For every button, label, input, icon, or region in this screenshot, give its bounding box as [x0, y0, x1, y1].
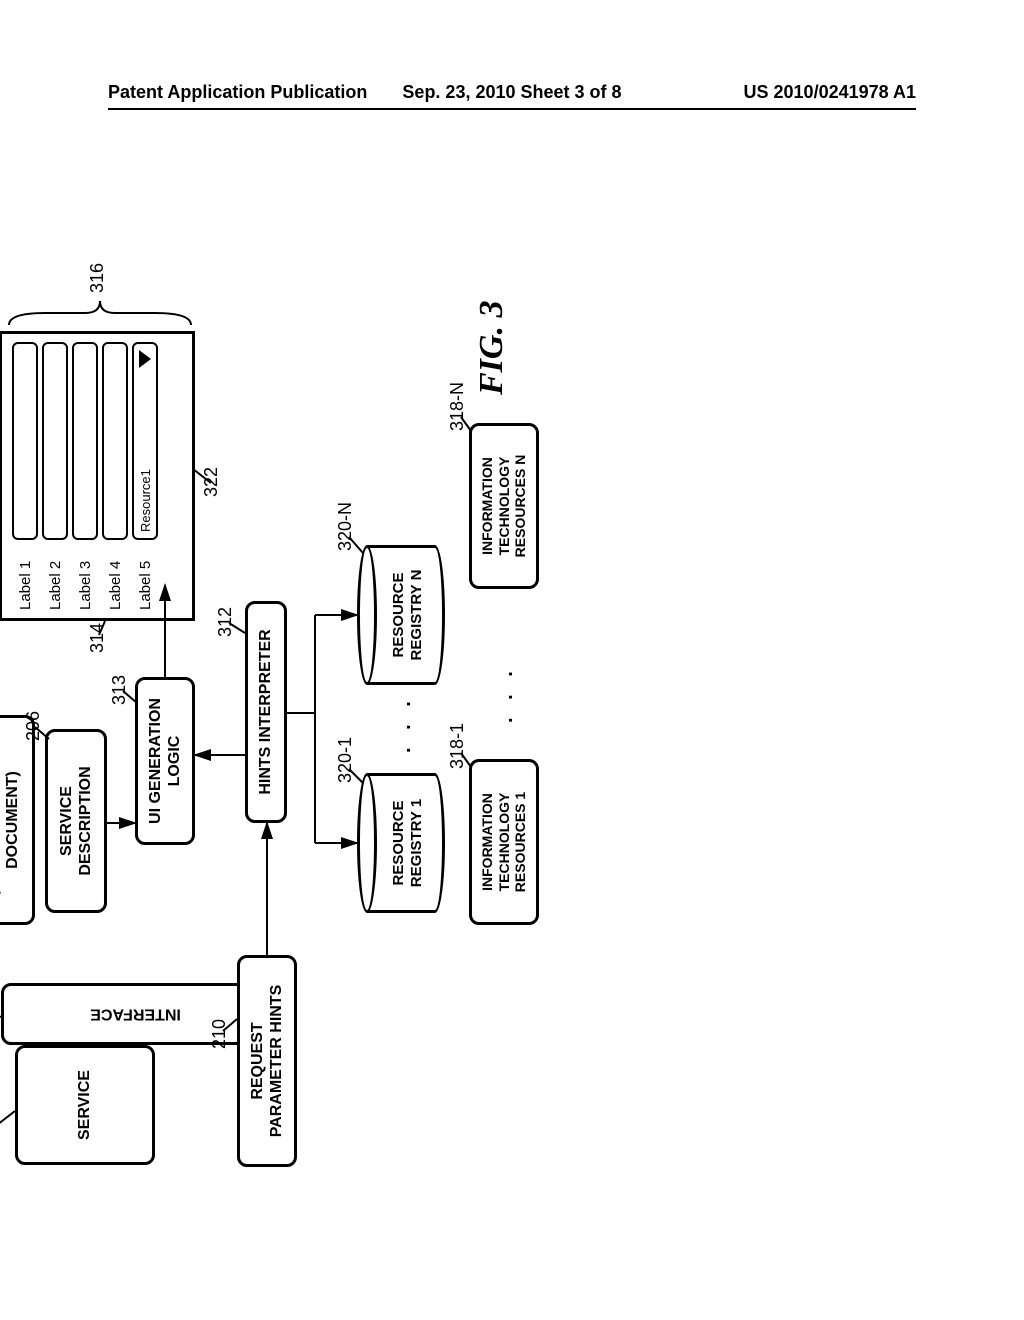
- ref-313: 313: [109, 675, 130, 705]
- form-label-2: Label 2: [47, 544, 64, 610]
- ref-314: 314: [87, 623, 108, 653]
- cyl-resource-registry-n: RESOURCE REGISTRY N: [357, 545, 445, 685]
- ref-210: 210: [209, 1019, 230, 1049]
- form-dropdown-value: Resource1: [138, 469, 153, 532]
- ref-312: 312: [215, 607, 236, 637]
- box-it-res-1: INFORMATION TECHNOLOGY RESOURCES 1: [469, 759, 539, 925]
- dots-itres: . . .: [495, 665, 518, 723]
- header-rule: [108, 108, 916, 110]
- header-left: Patent Application Publication: [108, 82, 377, 103]
- box-hints-interpreter: HINTS INTERPRETER: [245, 601, 287, 823]
- ref-322: 322: [201, 467, 222, 497]
- box-request-hints: REQUEST PARAMETER HINTS: [237, 955, 297, 1167]
- cyl-resource-registry-1: RESOURCE REGISTRY 1: [357, 773, 445, 913]
- form-label-3: Label 3: [77, 544, 94, 610]
- form-field-4[interactable]: [102, 342, 128, 540]
- form-label-5: Label 5: [137, 544, 154, 610]
- ref-318-n: 318-N: [447, 382, 468, 431]
- header-center: Sep. 23, 2010 Sheet 3 of 8: [377, 82, 646, 103]
- form-dropdown[interactable]: Resource1: [132, 342, 158, 540]
- figure-3: 300 SERVICE 202 INTERFACE 204 SCHEMA (E.…: [5, 295, 1024, 1085]
- chevron-down-icon: [139, 350, 151, 368]
- ref-206: 206: [23, 711, 44, 741]
- form-panel: Label 1 Label 2 Label 3 Label 4 Label 5 …: [0, 331, 195, 621]
- form-label-1: Label 1: [17, 544, 34, 610]
- ref-320-n: 320-N: [335, 502, 356, 551]
- box-ui-logic: UI GENERATION LOGIC: [135, 677, 195, 845]
- res-reg-n-label: RESOURCE REGISTRY N: [381, 545, 435, 685]
- ref-318-1: 318-1: [447, 723, 468, 769]
- form-field-1[interactable]: [12, 342, 38, 540]
- form-field-2[interactable]: [42, 342, 68, 540]
- figure-caption: FIG. 3: [473, 301, 511, 395]
- box-interface: INTERFACE: [1, 983, 271, 1045]
- box-schema: SCHEMA (E.G., XML SCHEMA DOCUMENT): [0, 715, 35, 925]
- box-service: SERVICE: [15, 1045, 155, 1165]
- box-it-res-n: INFORMATION TECHNOLOGY RESOURCES N: [469, 423, 539, 589]
- form-label-4: Label 4: [107, 544, 124, 610]
- page: Patent Application Publication Sep. 23, …: [0, 0, 1024, 1320]
- ref-202: 202: [0, 1117, 4, 1147]
- brace-316: [5, 297, 195, 327]
- ref-320-1: 320-1: [335, 737, 356, 783]
- res-reg-1-label: RESOURCE REGISTRY 1: [381, 773, 435, 913]
- header-right: US 2010/0241978 A1: [647, 82, 916, 103]
- page-header: Patent Application Publication Sep. 23, …: [108, 82, 916, 103]
- ref-316: 316: [87, 263, 108, 293]
- interface-label: INTERFACE: [91, 1004, 182, 1023]
- form-field-3[interactable]: [72, 342, 98, 540]
- dots-registry: . . .: [393, 695, 416, 753]
- box-service-desc: SERVICE DESCRIPTION: [45, 729, 107, 913]
